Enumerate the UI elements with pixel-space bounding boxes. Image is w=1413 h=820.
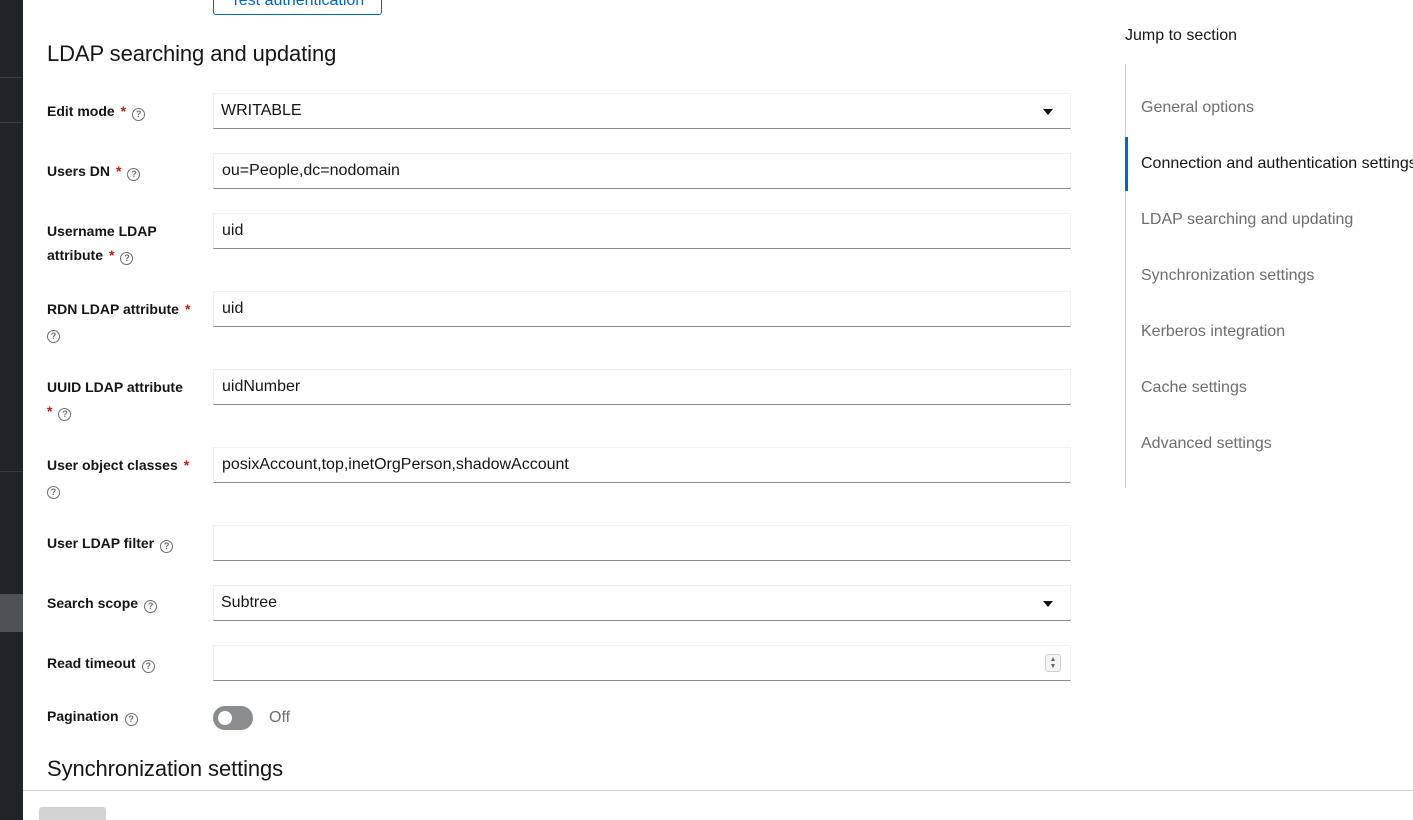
edit-mode-select[interactable]: WRITABLE [213,93,1071,129]
ldap-filter-label: User LDAP filter? [47,531,174,555]
users-dn-label: Users DN *? [47,159,141,183]
save-button[interactable] [39,807,106,820]
help-circle-icon[interactable]: ? [47,486,60,499]
nav-active-item[interactable] [0,594,23,632]
username-attribute-input[interactable]: uid [213,213,1071,249]
edit-mode-label: Edit mode *? [47,99,146,123]
jump-to-section: Jump to section General options Connecti… [1125,0,1413,490]
jump-link-kerberos[interactable]: Kerberos integration [1141,323,1285,341]
section-title-ldap: LDAP searching and updating [47,41,337,66]
jump-track [1125,64,1126,488]
object-classes-label: User object classes * ? [47,457,190,499]
jump-link-advanced-settings[interactable]: Advanced settings [1141,435,1272,453]
read-timeout-input[interactable]: ▲ ▼ [213,645,1071,681]
help-circle-icon[interactable]: ? [120,252,134,265]
help-circle-icon[interactable]: ? [127,168,141,181]
section-title-synchronization: Synchronization settings [47,756,284,781]
help-circle-icon[interactable]: ? [124,713,138,726]
number-spinner-icon[interactable]: ▲ ▼ [1045,654,1061,672]
users-dn-input[interactable]: ou=People,dc=nodomain [213,153,1071,189]
help-circle-icon[interactable]: ? [160,540,174,553]
pagination-label: Pagination? [47,704,138,728]
search-scope-label: Search scope? [47,591,158,615]
ldap-filter-input[interactable] [213,525,1071,561]
pagination-state: Off [269,709,291,726]
read-timeout-label: Read timeout? [47,651,155,675]
jump-link-connection-authentication[interactable]: Connection and authentication settings [1141,155,1413,173]
help-circle-icon[interactable]: ? [144,600,158,613]
nav-divider [0,77,23,78]
required-marker: * [184,301,191,317]
required-marker: * [109,247,115,263]
form-action-bar [23,790,1413,820]
uuid-attribute-label: UUID LDAP attribute *? [47,379,183,421]
caret-down-icon [1043,601,1053,607]
jump-to-section-title: Jump to section [1125,27,1238,44]
help-circle-icon[interactable]: ? [132,108,146,121]
pagination-toggle[interactable] [213,706,253,730]
nav-divider [0,122,23,123]
help-circle-icon[interactable]: ? [58,408,72,421]
help-circle-icon[interactable]: ? [47,330,60,343]
caret-down-icon [1043,109,1053,115]
jump-link-synchronization[interactable]: Synchronization settings [1141,267,1314,285]
nav-divider [0,471,23,472]
required-marker: * [116,163,122,179]
side-nav-strip [0,0,23,820]
jump-link-ldap-searching[interactable]: LDAP searching and updating [1141,211,1353,229]
rdn-attribute-label: RDN LDAP attribute * ? [47,301,191,343]
required-marker: * [47,403,53,419]
test-authentication-button[interactable]: Test authentication [213,0,382,15]
rdn-attribute-input[interactable]: uid [213,291,1071,327]
required-marker: * [120,103,127,119]
toggle-knob [218,711,232,725]
required-marker: * [183,457,190,473]
jump-active-indicator [1125,137,1128,191]
jump-link-general-options[interactable]: General options [1141,99,1254,117]
object-classes-input[interactable]: posixAccount,top,inetOrgPerson,shadowAcc… [213,447,1071,483]
uuid-attribute-input[interactable]: uidNumber [213,369,1071,405]
username-attribute-label: Username LDAP attribute *? [47,223,157,265]
search-scope-select[interactable]: Subtree [213,585,1071,621]
jump-link-cache-settings[interactable]: Cache settings [1141,379,1247,397]
help-circle-icon[interactable]: ? [141,660,155,673]
